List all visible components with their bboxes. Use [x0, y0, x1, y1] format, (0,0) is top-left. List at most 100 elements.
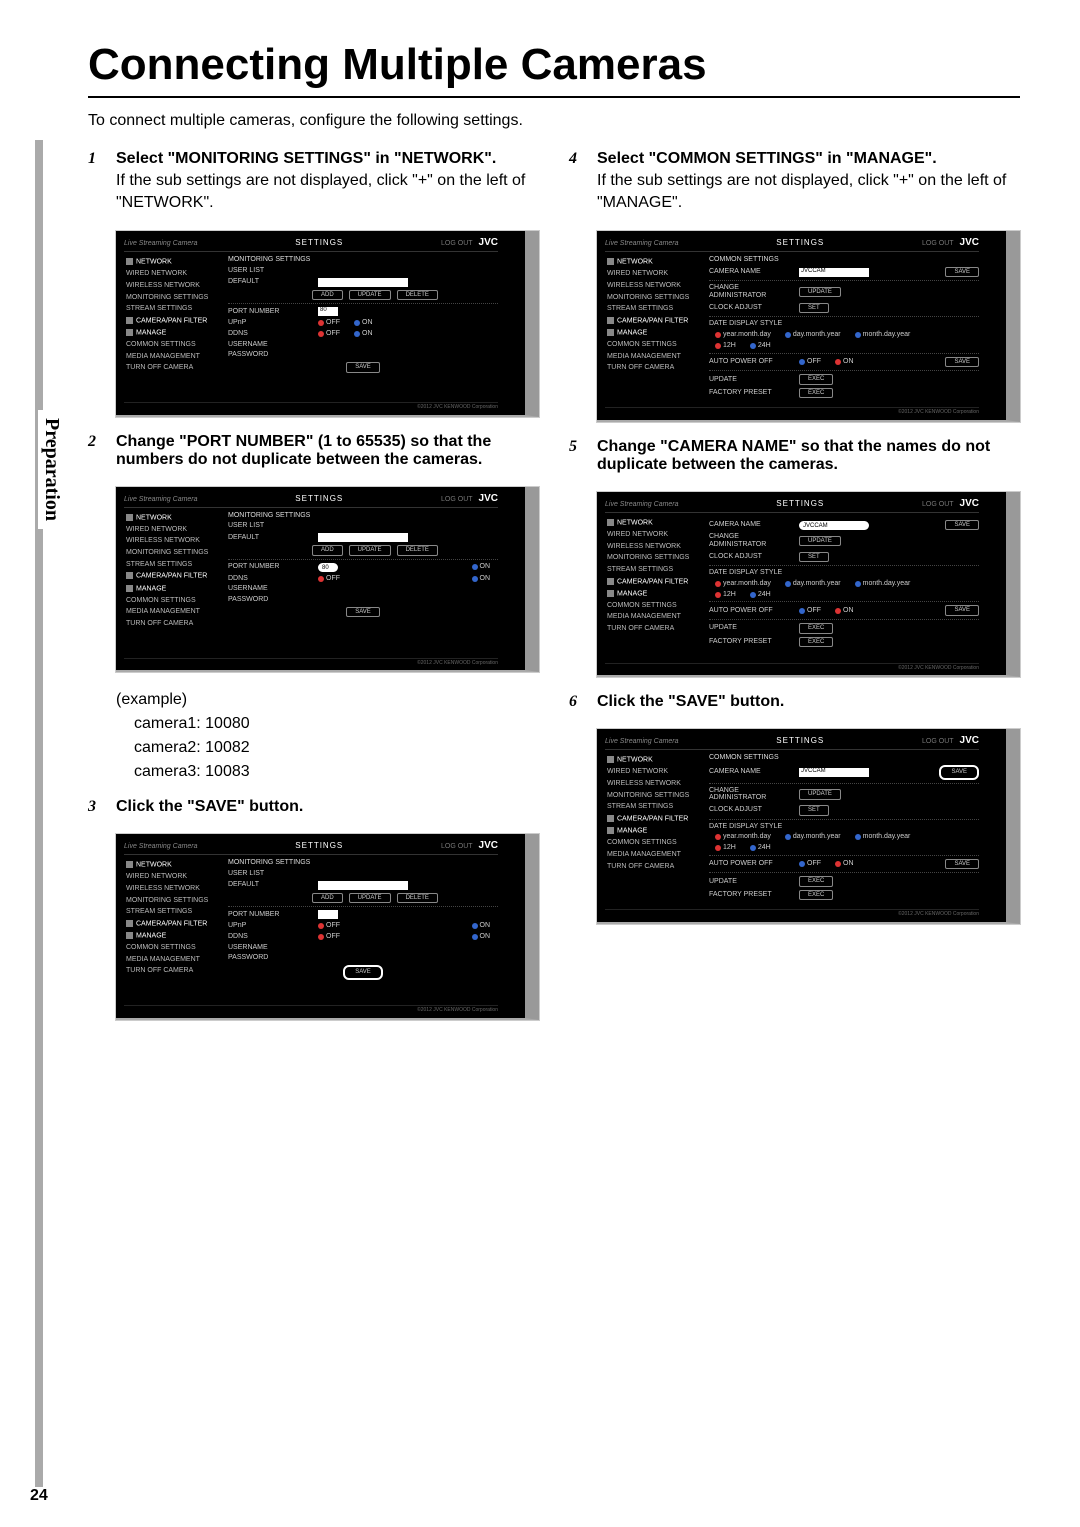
- ddns-on[interactable]: ON: [354, 330, 373, 338]
- date-mdy[interactable]: month.day.year: [855, 833, 911, 841]
- nav-turn-off[interactable]: TURN OFF CAMERA: [124, 618, 220, 630]
- user-input[interactable]: [318, 881, 408, 890]
- time-12h[interactable]: 12H: [715, 591, 736, 599]
- nav-cam-filter[interactable]: CAMERA/PAN FILTER: [124, 918, 220, 930]
- ddns-on[interactable]: ON: [472, 575, 491, 583]
- auto-off-on[interactable]: ON: [835, 358, 854, 366]
- update-button[interactable]: UPDATE: [349, 893, 391, 904]
- port-input[interactable]: [318, 910, 338, 919]
- save-button[interactable]: SAVE: [945, 605, 979, 616]
- update-button[interactable]: UPDATE: [799, 536, 841, 547]
- add-button[interactable]: ADD: [312, 893, 343, 904]
- upnp-on[interactable]: ON: [472, 922, 491, 930]
- time-24h[interactable]: 24H: [750, 844, 771, 852]
- nav-network[interactable]: NETWORK: [605, 256, 701, 268]
- nav-wired[interactable]: WIRED NETWORK: [605, 268, 701, 280]
- nav-manage[interactable]: MANAGE: [605, 327, 701, 339]
- nav-media[interactable]: MEDIA MANAGEMENT: [124, 606, 220, 618]
- nav-wireless[interactable]: WIRELESS NETWORK: [124, 535, 220, 547]
- logout-link[interactable]: LOG OUT: [441, 240, 473, 247]
- save-button[interactable]: SAVE: [945, 267, 979, 278]
- save-button[interactable]: SAVE: [939, 765, 979, 780]
- nav-media[interactable]: MEDIA MANAGEMENT: [605, 351, 701, 363]
- nav-turn-off[interactable]: TURN OFF CAMERA: [605, 362, 701, 374]
- time-12h[interactable]: 12H: [715, 342, 736, 350]
- cam-name-input[interactable]: JVCCAM: [799, 768, 869, 777]
- nav-cam-filter[interactable]: CAMERA/PAN FILTER: [124, 315, 220, 327]
- save-button[interactable]: SAVE: [945, 859, 979, 870]
- nav-cam-filter[interactable]: CAMERA/PAN FILTER: [605, 576, 701, 588]
- auto-off-off[interactable]: OFF: [799, 607, 821, 615]
- nav-turn-off[interactable]: TURN OFF CAMERA: [605, 623, 701, 635]
- nav-wireless[interactable]: WIRELESS NETWORK: [605, 541, 701, 553]
- nav-wireless[interactable]: WIRELESS NETWORK: [605, 778, 701, 790]
- save-button[interactable]: SAVE: [945, 357, 979, 368]
- port-input[interactable]: 80: [318, 563, 338, 572]
- nav-manage[interactable]: MANAGE: [124, 930, 220, 942]
- nav-stream[interactable]: STREAM SETTINGS: [124, 303, 220, 315]
- logout-link[interactable]: LOG OUT: [922, 501, 954, 508]
- nav-cam-filter[interactable]: CAMERA/PAN FILTER: [605, 315, 701, 327]
- nav-media[interactable]: MEDIA MANAGEMENT: [605, 849, 701, 861]
- auto-off-on[interactable]: ON: [835, 607, 854, 615]
- update-button[interactable]: UPDATE: [799, 789, 841, 800]
- nav-media[interactable]: MEDIA MANAGEMENT: [605, 611, 701, 623]
- delete-button[interactable]: DELETE: [397, 290, 438, 301]
- date-ymd[interactable]: year.month.day: [715, 331, 771, 339]
- time-24h[interactable]: 24H: [750, 591, 771, 599]
- nav-common[interactable]: COMMON SETTINGS: [605, 339, 701, 351]
- exec-button[interactable]: EXEC: [799, 388, 833, 399]
- exec-button[interactable]: EXEC: [799, 637, 833, 648]
- update-button[interactable]: UPDATE: [349, 545, 391, 556]
- delete-button[interactable]: DELETE: [397, 893, 438, 904]
- nav-common[interactable]: COMMON SETTINGS: [124, 942, 220, 954]
- delete-button[interactable]: DELETE: [397, 545, 438, 556]
- update-button[interactable]: UPDATE: [799, 287, 841, 298]
- nav-cam-filter[interactable]: CAMERA/PAN FILTER: [124, 570, 220, 582]
- time-24h[interactable]: 24H: [750, 342, 771, 350]
- ddns-off[interactable]: OFF: [318, 933, 340, 941]
- update-button[interactable]: UPDATE: [349, 290, 391, 301]
- save-button[interactable]: SAVE: [346, 362, 380, 373]
- nav-monitoring[interactable]: MONITORING SETTINGS: [124, 292, 220, 304]
- nav-wireless[interactable]: WIRELESS NETWORK: [124, 280, 220, 292]
- logout-link[interactable]: LOG OUT: [922, 240, 954, 247]
- nav-wired[interactable]: WIRED NETWORK: [124, 524, 220, 536]
- date-ymd[interactable]: year.month.day: [715, 580, 771, 588]
- logout-link[interactable]: LOG OUT: [441, 843, 473, 850]
- nav-manage[interactable]: MANAGE: [605, 825, 701, 837]
- nav-media[interactable]: MEDIA MANAGEMENT: [124, 351, 220, 363]
- exec-button[interactable]: EXEC: [799, 374, 833, 385]
- date-dmy[interactable]: day.month.year: [785, 331, 841, 339]
- nav-network[interactable]: NETWORK: [605, 754, 701, 766]
- auto-off-on[interactable]: ON: [835, 860, 854, 868]
- date-dmy[interactable]: day.month.year: [785, 833, 841, 841]
- nav-manage[interactable]: MANAGE: [124, 583, 220, 595]
- upnp-on[interactable]: ON: [354, 319, 373, 327]
- nav-media[interactable]: MEDIA MANAGEMENT: [124, 954, 220, 966]
- ddns-on[interactable]: ON: [472, 933, 491, 941]
- ddns-off[interactable]: OFF: [318, 575, 340, 583]
- nav-monitoring[interactable]: MONITORING SETTINGS: [605, 292, 701, 304]
- port-input[interactable]: 80: [318, 307, 338, 316]
- nav-turn-off[interactable]: TURN OFF CAMERA: [124, 362, 220, 374]
- date-mdy[interactable]: month.day.year: [855, 580, 911, 588]
- nav-monitoring[interactable]: MONITORING SETTINGS: [124, 547, 220, 559]
- exec-button[interactable]: EXEC: [799, 876, 833, 887]
- date-dmy[interactable]: day.month.year: [785, 580, 841, 588]
- nav-stream[interactable]: STREAM SETTINGS: [605, 564, 701, 576]
- nav-monitoring[interactable]: MONITORING SETTINGS: [605, 790, 701, 802]
- nav-wired[interactable]: WIRED NETWORK: [124, 268, 220, 280]
- nav-network[interactable]: NETWORK: [605, 517, 701, 529]
- nav-wireless[interactable]: WIRELESS NETWORK: [124, 883, 220, 895]
- nav-wired[interactable]: WIRED NETWORK: [124, 871, 220, 883]
- save-button[interactable]: SAVE: [343, 965, 383, 980]
- save-button[interactable]: SAVE: [945, 520, 979, 531]
- nav-stream[interactable]: STREAM SETTINGS: [124, 906, 220, 918]
- upnp-off[interactable]: OFF: [318, 319, 340, 327]
- exec-button[interactable]: EXEC: [799, 623, 833, 634]
- user-input[interactable]: [318, 533, 408, 542]
- set-button[interactable]: SET: [799, 552, 829, 563]
- nav-monitoring[interactable]: MONITORING SETTINGS: [124, 895, 220, 907]
- set-button[interactable]: SET: [799, 303, 829, 314]
